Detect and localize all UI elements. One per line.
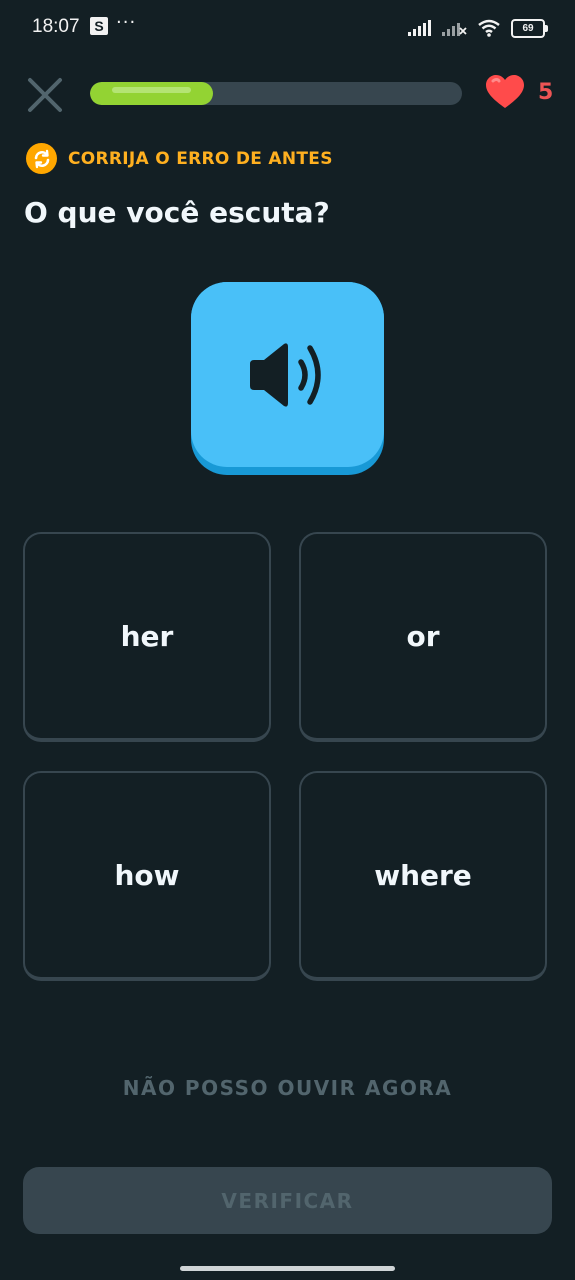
heart-icon [486,75,524,108]
verify-label: VERIFICAR [221,1188,354,1213]
status-time: 18:07 [32,16,80,37]
option-label: how [114,858,180,892]
option-her[interactable]: her [23,532,271,742]
speaker-icon [249,342,321,407]
wifi-icon [478,19,500,37]
progress-shine [112,87,191,93]
verify-button[interactable]: VERIFICAR [23,1167,552,1234]
play-audio-face [191,282,384,467]
signal-off-icon [442,23,467,36]
home-indicator[interactable] [180,1266,395,1271]
status-bar: 18:07 S ··· 69 [0,0,575,56]
option-label: or [406,619,440,653]
review-label: CORRIJA O ERRO DE ANTES [68,148,333,169]
refresh-icon [26,143,57,174]
close-icon [28,78,62,112]
cant-listen-now-button[interactable]: NÃO POSSO OUVIR AGORA [0,1076,575,1100]
hearts-count: 5 [538,79,554,105]
close-button[interactable] [26,76,64,114]
play-audio-button[interactable] [191,282,384,475]
question-prompt: O que você escuta? [24,196,330,229]
progress-fill [90,82,213,105]
app-notification-icon: S [90,17,108,35]
more-notifications-icon: ··· [116,12,137,33]
option-or[interactable]: or [299,532,547,742]
option-label: her [120,619,174,653]
status-icons: 69 [407,16,548,40]
option-how[interactable]: how [23,771,271,981]
option-label: where [374,858,472,892]
hearts-counter[interactable]: 5 [484,74,553,110]
lesson-progress-bar [90,82,462,105]
signal-icon [408,20,431,36]
option-where[interactable]: where [299,771,547,981]
review-mistake-banner: CORRIJA O ERRO DE ANTES [26,143,333,174]
battery-icon: 69 [511,18,548,38]
